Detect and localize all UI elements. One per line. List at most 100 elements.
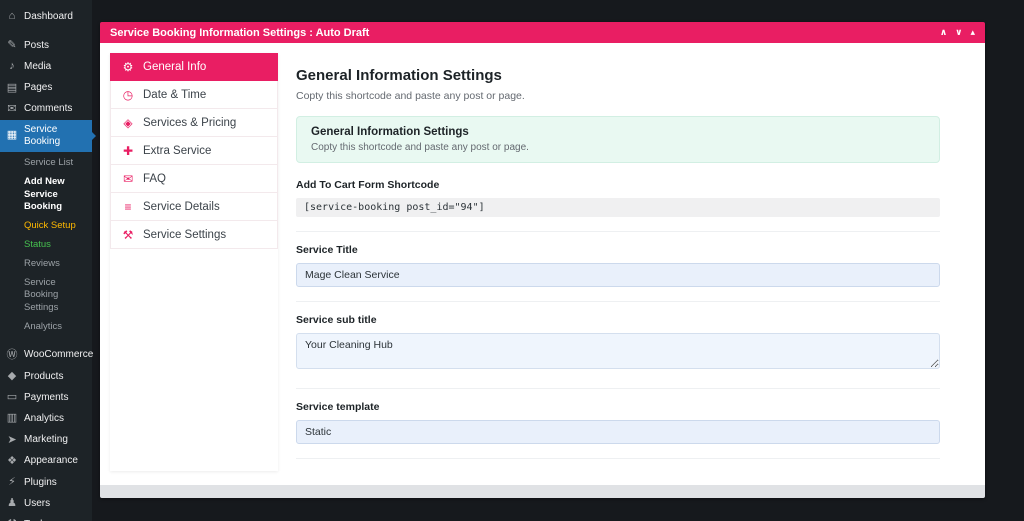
sidebar-item-label: Posts xyxy=(24,40,49,52)
service-title-input[interactable] xyxy=(296,263,940,287)
service-subtitle-label: Service sub title xyxy=(296,314,940,326)
sidebar-item-dashboard[interactable]: ⌂ Dashboard xyxy=(0,6,92,27)
sidebar-item-label: Analytics xyxy=(24,413,64,425)
tab-label: Extra Service xyxy=(143,145,211,157)
sidebar-item-label: Pages xyxy=(24,82,52,94)
service-booking-submenu: Service List Add New Service Booking Qui… xyxy=(0,152,92,345)
tab-service-settings[interactable]: ⚒ Service Settings xyxy=(110,221,278,249)
sidebar-item-marketing[interactable]: ➤ Marketing xyxy=(0,430,92,451)
sidebar-item-plugins[interactable]: ⚡ Plugins xyxy=(0,472,92,493)
sidebar-item-media[interactable]: ♪ Media xyxy=(0,56,92,77)
sidebar-item-users[interactable]: ♟ Users xyxy=(0,493,92,514)
sidebar-subitem-analytics[interactable]: Analytics xyxy=(0,318,92,337)
pages-icon: ▤ xyxy=(6,82,18,95)
sidebar-item-pages[interactable]: ▤ Pages xyxy=(0,78,92,99)
sidebar-item-label: Service Booking xyxy=(24,124,86,148)
sidebar-subitem-quick-setup[interactable]: Quick Setup xyxy=(0,217,92,236)
sidebar-subitem-add-new-service-booking[interactable]: Add New Service Booking xyxy=(0,173,92,217)
dashboard-icon: ⌂ xyxy=(6,10,18,23)
divider xyxy=(296,231,940,232)
payments-icon: ▭ xyxy=(6,391,18,404)
sidebar-subitem-status[interactable]: Status xyxy=(0,236,92,255)
panel-title: Service Booking Information Settings : A… xyxy=(110,27,369,39)
chevron-up-icon[interactable]: ∧ xyxy=(940,27,947,38)
service-subtitle-textarea[interactable]: Your Cleaning Hub xyxy=(296,333,940,369)
clock-icon: ◷ xyxy=(121,88,135,102)
sidebar-subitem-service-booking-settings[interactable]: Service Booking Settings xyxy=(0,274,92,318)
panel-header: Service Booking Information Settings : A… xyxy=(100,22,985,43)
tab-service-details[interactable]: ≡ Service Details xyxy=(110,193,278,221)
service-template-label: Service template xyxy=(296,401,940,413)
analytics-icon: ▥ xyxy=(6,412,18,425)
sidebar-item-service-booking[interactable]: ▦ Service Booking xyxy=(0,120,92,152)
tab-general-info[interactable]: ⚙ General Info xyxy=(110,53,278,81)
sidebar-item-label: WooCommerce xyxy=(24,349,93,361)
gear-icon: ⚙ xyxy=(121,60,135,74)
tools-icon: ⚒ xyxy=(121,228,135,242)
divider xyxy=(296,388,940,389)
sidebar-item-label: Comments xyxy=(24,103,72,115)
shortcode-value[interactable]: [service-booking post_id="94"] xyxy=(296,198,940,217)
shortcode-field-group: Add To Cart Form Shortcode [service-book… xyxy=(296,179,940,217)
tab-label: Date & Time xyxy=(143,89,206,101)
pricing-icon: ◈ xyxy=(121,116,135,130)
sidebar-item-woocommerce[interactable]: Ⓦ WooCommerce xyxy=(0,345,92,366)
sidebar-item-label: Marketing xyxy=(24,434,68,446)
sidebar-item-label: Products xyxy=(24,371,63,383)
info-box-title: General Information Settings xyxy=(311,126,925,138)
tab-label: Services & Pricing xyxy=(143,117,236,129)
sidebar-item-products[interactable]: ◆ Products xyxy=(0,366,92,387)
products-icon: ◆ xyxy=(6,370,18,383)
sidebar-item-appearance[interactable]: ❖ Appearance xyxy=(0,451,92,472)
service-template-field-group: Service template xyxy=(296,401,940,444)
service-booking-icon: ▦ xyxy=(6,129,18,142)
divider xyxy=(296,301,940,302)
service-title-label: Service Title xyxy=(296,244,940,256)
tab-faq[interactable]: ✉ FAQ xyxy=(110,165,278,193)
sidebar-item-label: Payments xyxy=(24,392,68,404)
service-booking-settings-panel: Service Booking Information Settings : A… xyxy=(100,22,985,498)
sidebar-item-label: Appearance xyxy=(24,455,78,467)
sidebar-item-label: Plugins xyxy=(24,477,57,489)
sidebar-item-comments[interactable]: ✉ Comments xyxy=(0,99,92,120)
main-area: Service Booking Information Settings : A… xyxy=(92,0,1024,521)
tab-services-pricing[interactable]: ◈ Services & Pricing xyxy=(110,109,278,137)
shortcode-label: Add To Cart Form Shortcode xyxy=(296,179,940,191)
tab-label: Service Details xyxy=(143,201,220,213)
posts-icon: ✎ xyxy=(6,39,18,52)
settings-tabs: ⚙ General Info ◷ Date & Time ◈ Services … xyxy=(110,53,278,471)
page-subtitle: Copty this shortcode and paste any post … xyxy=(296,90,940,102)
sidebar-subitem-reviews[interactable]: Reviews xyxy=(0,255,92,274)
marketing-icon: ➤ xyxy=(6,434,18,447)
sidebar-subitem-service-list[interactable]: Service List xyxy=(0,154,92,173)
panel-footer xyxy=(100,485,985,498)
sidebar-item-tools[interactable]: ⚒ Tools xyxy=(0,514,92,521)
sidebar-item-label: Users xyxy=(24,498,50,510)
users-icon: ♟ xyxy=(6,497,18,510)
sidebar-item-posts[interactable]: ✎ Posts xyxy=(0,35,92,56)
info-box: General Information Settings Copty this … xyxy=(296,116,940,163)
list-icon: ≡ xyxy=(121,200,135,214)
page-title: General Information Settings xyxy=(296,67,940,84)
chevron-down-icon[interactable]: ∨ xyxy=(955,27,962,38)
tab-date-time[interactable]: ◷ Date & Time xyxy=(110,81,278,109)
tab-label: Service Settings xyxy=(143,229,226,241)
plugins-icon: ⚡ xyxy=(6,476,18,489)
sidebar-item-payments[interactable]: ▭ Payments xyxy=(0,387,92,408)
appearance-icon: ❖ xyxy=(6,455,18,468)
tab-extra-service[interactable]: ✚ Extra Service xyxy=(110,137,278,165)
service-title-field-group: Service Title xyxy=(296,244,940,287)
woocommerce-icon: Ⓦ xyxy=(6,349,18,362)
divider xyxy=(296,458,940,459)
info-box-text: Copty this shortcode and paste any post … xyxy=(311,142,925,153)
sidebar-item-label: Media xyxy=(24,61,51,73)
chat-icon: ✉ xyxy=(121,172,135,186)
plus-icon: ✚ xyxy=(121,144,135,158)
caret-up-icon[interactable]: ▴ xyxy=(970,27,975,38)
service-subtitle-field-group: Service sub title Your Cleaning Hub xyxy=(296,314,940,374)
media-icon: ♪ xyxy=(6,60,18,73)
sidebar-item-analytics[interactable]: ▥ Analytics xyxy=(0,408,92,429)
service-template-input[interactable] xyxy=(296,420,940,444)
sidebar-item-label: Dashboard xyxy=(24,11,73,23)
wp-admin-sidebar: ⌂ Dashboard ✎ Posts ♪ Media ▤ Pages ✉ Co… xyxy=(0,0,92,521)
